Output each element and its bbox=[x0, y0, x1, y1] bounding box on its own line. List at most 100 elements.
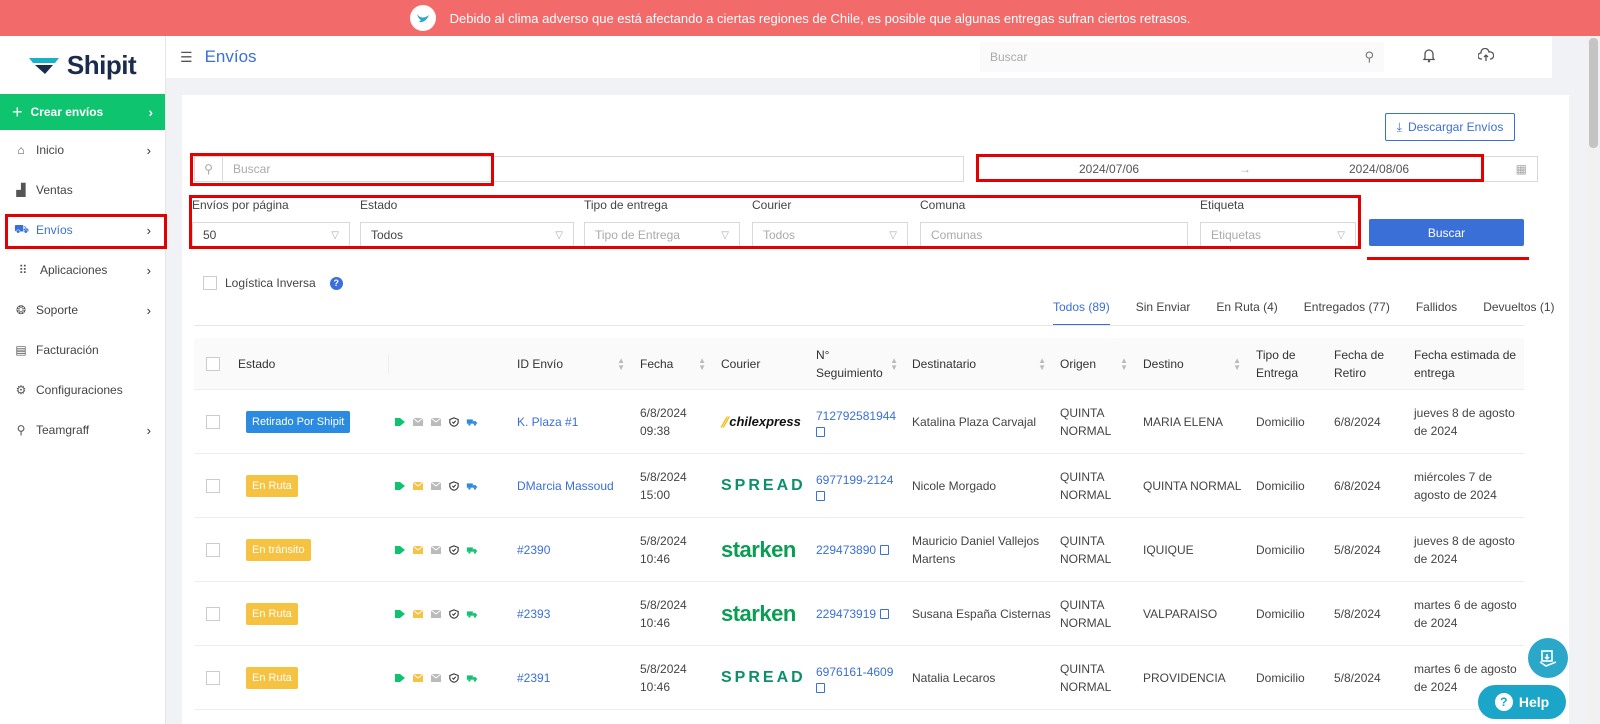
courier-select[interactable]: Todos ▽ bbox=[752, 222, 908, 248]
envelope-icon[interactable] bbox=[430, 609, 442, 619]
tracking-number[interactable]: 712792581944 bbox=[816, 407, 896, 425]
col-seguimiento[interactable]: N° Seguimiento ▲ ▼ bbox=[816, 338, 906, 390]
tracking-number[interactable]: 229473919 bbox=[816, 605, 876, 623]
sidebar-item-ventas[interactable]: ▟ Ventas bbox=[0, 170, 165, 210]
shipment-id-link[interactable]: #2390 bbox=[517, 541, 550, 559]
tag-icon[interactable] bbox=[394, 673, 406, 683]
row-checkbox[interactable] bbox=[206, 671, 220, 685]
comuna-input[interactable]: Comunas bbox=[920, 222, 1188, 248]
copy-icon[interactable] bbox=[880, 609, 890, 619]
date-range-picker[interactable]: 2024/07/06 → 2024/08/06 ▦ bbox=[978, 156, 1538, 182]
shield-icon[interactable] bbox=[448, 673, 460, 683]
sidebar-item-soporte[interactable]: ❂ Soporte › bbox=[0, 290, 165, 330]
col-fecha[interactable]: Fecha ▲ ▼ bbox=[640, 338, 714, 390]
date-from[interactable]: 2024/07/06 bbox=[1079, 162, 1139, 176]
mail-icon[interactable] bbox=[412, 545, 424, 555]
table-row[interactable]: Retirado Por Shipit K. Plaza #1 6/8/2024… bbox=[194, 390, 1524, 454]
shield-icon[interactable] bbox=[448, 609, 460, 619]
copy-icon[interactable] bbox=[880, 545, 890, 555]
scrollbar-thumb[interactable] bbox=[1589, 38, 1598, 148]
table-row[interactable]: En Ruta #2393 5/8/2024 10:46 starken 229… bbox=[194, 582, 1524, 646]
menu-collapse-icon[interactable]: ☰ bbox=[180, 49, 193, 66]
help-icon[interactable]: ? bbox=[329, 276, 343, 290]
tag-icon[interactable] bbox=[394, 609, 406, 619]
shipment-id-link[interactable]: DMarcia Massoud bbox=[517, 477, 614, 495]
page-scrollbar[interactable] bbox=[1586, 36, 1600, 724]
table-row[interactable]: En Ruta #2391 5/8/2024 10:46 SPREAD 6976… bbox=[194, 646, 1524, 710]
tracking-number[interactable]: 6976161-4609 bbox=[816, 663, 893, 681]
mail-icon[interactable] bbox=[412, 481, 424, 491]
shield-icon[interactable] bbox=[448, 545, 460, 555]
shipments-search-input[interactable] bbox=[223, 157, 483, 181]
search-icon[interactable]: ⚲ bbox=[1364, 49, 1374, 65]
tab-sin-enviar[interactable]: Sin Enviar bbox=[1136, 300, 1191, 326]
sidebar-item-configuraciones[interactable]: ⚙ Configuraciones bbox=[0, 370, 165, 410]
col-origen[interactable]: Origen ▲ ▼ bbox=[1060, 338, 1136, 390]
truck-icon[interactable] bbox=[466, 673, 478, 683]
truck-icon[interactable] bbox=[466, 545, 478, 555]
col-destinatario[interactable]: Destinatario ▲ ▼ bbox=[912, 338, 1054, 390]
mail-icon[interactable] bbox=[412, 673, 424, 683]
tag-icon[interactable] bbox=[394, 417, 406, 427]
date-to[interactable]: 2024/08/06 bbox=[1349, 162, 1409, 176]
envelope-icon[interactable] bbox=[430, 417, 442, 427]
tag-icon[interactable] bbox=[394, 481, 406, 491]
table-row[interactable]: En tránsito #2390 5/8/2024 10:46 starken… bbox=[194, 518, 1524, 582]
tab-devueltos[interactable]: Devueltos (1) bbox=[1483, 300, 1554, 326]
envelope-icon[interactable] bbox=[430, 481, 442, 491]
download-app-fab[interactable] bbox=[1528, 638, 1568, 678]
shipit-logo[interactable]: Shipit bbox=[0, 36, 165, 94]
etiqueta-select[interactable]: Etiquetas ▽ bbox=[1200, 222, 1356, 248]
col-id[interactable]: ID Envío ▲ ▼ bbox=[517, 338, 633, 390]
estado-select[interactable]: Todos ▽ bbox=[360, 222, 574, 248]
tipo-entrega-select[interactable]: Tipo de Entrega ▽ bbox=[584, 222, 740, 248]
shield-icon[interactable] bbox=[448, 481, 460, 491]
row-checkbox[interactable] bbox=[206, 479, 220, 493]
tag-icon[interactable] bbox=[394, 545, 406, 555]
select-all-checkbox[interactable] bbox=[206, 357, 220, 371]
row-checkbox[interactable] bbox=[206, 543, 220, 557]
create-shipment-button[interactable]: + Crear envíos › bbox=[0, 94, 165, 130]
help-button[interactable]: ? Help bbox=[1478, 685, 1566, 719]
copy-icon[interactable] bbox=[816, 427, 825, 437]
logistica-inversa-toggle[interactable]: Logística Inversa ? bbox=[203, 276, 343, 290]
shipment-id-link[interactable]: K. Plaza #1 bbox=[517, 413, 578, 431]
shield-icon[interactable] bbox=[448, 417, 460, 427]
row-checkbox[interactable] bbox=[206, 607, 220, 621]
sidebar-item-envios[interactable]: ⛟ Envíos › bbox=[0, 210, 165, 250]
tab-entregados[interactable]: Entregados (77) bbox=[1304, 300, 1390, 326]
search-button[interactable]: Buscar bbox=[1369, 219, 1524, 246]
tab-fallidos[interactable]: Fallidos bbox=[1416, 300, 1457, 326]
download-shipments-button[interactable]: ⤓ Descargar Envíos bbox=[1385, 113, 1515, 141]
per-page-select[interactable]: 50 ▽ bbox=[192, 222, 350, 248]
calendar-icon[interactable]: ▦ bbox=[1516, 162, 1527, 176]
envelope-icon[interactable] bbox=[430, 545, 442, 555]
tracking-number[interactable]: 6977199-2124 bbox=[816, 471, 893, 489]
mail-icon[interactable] bbox=[412, 609, 424, 619]
shipment-id-link[interactable]: #2391 bbox=[517, 669, 550, 687]
sidebar-item-teamgraff[interactable]: ⚲ Teamgraff › bbox=[0, 410, 165, 450]
logistica-checkbox[interactable] bbox=[203, 276, 217, 290]
starken-logo: starken bbox=[721, 537, 796, 562]
table-row[interactable]: En Ruta DMarcia Massoud 5/8/2024 15:00 S… bbox=[194, 454, 1524, 518]
truck-icon[interactable] bbox=[466, 481, 478, 491]
copy-icon[interactable] bbox=[816, 683, 825, 693]
sidebar-item-facturacion[interactable]: ▤ Facturación bbox=[0, 330, 165, 370]
envelope-icon[interactable] bbox=[430, 673, 442, 683]
tab-en-ruta[interactable]: En Ruta (4) bbox=[1216, 300, 1277, 326]
row-checkbox[interactable] bbox=[206, 415, 220, 429]
header-search-input[interactable]: Buscar ⚲ bbox=[980, 42, 1384, 72]
tab-todos[interactable]: Todos (89) bbox=[1053, 300, 1110, 326]
sidebar-item-label: Facturación bbox=[36, 343, 99, 357]
truck-icon[interactable] bbox=[466, 417, 478, 427]
truck-icon[interactable] bbox=[466, 609, 478, 619]
cloud-upload-icon[interactable] bbox=[1477, 47, 1495, 65]
copy-icon[interactable] bbox=[816, 491, 825, 501]
mail-icon[interactable] bbox=[412, 417, 424, 427]
bell-icon[interactable] bbox=[1422, 48, 1436, 66]
shipment-id-link[interactable]: #2393 bbox=[517, 605, 550, 623]
tracking-number[interactable]: 229473890 bbox=[816, 541, 876, 559]
sidebar-item-aplicaciones[interactable]: ⠿ Aplicaciones › bbox=[0, 250, 165, 290]
col-destino[interactable]: Destino ▲ ▼ bbox=[1143, 338, 1249, 390]
sidebar-item-inicio[interactable]: ⌂ Inicio › bbox=[0, 130, 165, 170]
